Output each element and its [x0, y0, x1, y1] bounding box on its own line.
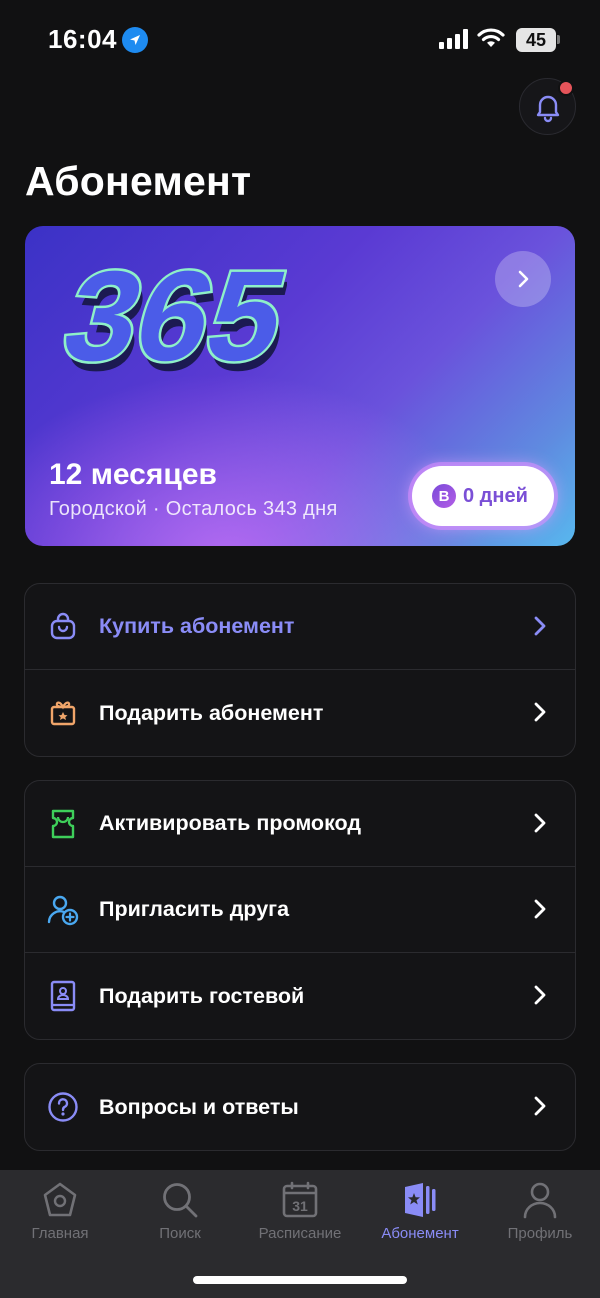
logo-365: 365 365	[48, 242, 287, 392]
tab-label: Абонемент	[381, 1225, 459, 1242]
tab-label: Профиль	[507, 1225, 573, 1242]
chevron-right-icon	[518, 270, 529, 288]
menu-item-gift-guest-pass[interactable]: Подарить гостевой	[25, 953, 575, 1039]
shopping-bag-icon	[47, 611, 79, 643]
home-icon	[42, 1180, 78, 1220]
menu-item-label: Пригласить друга	[99, 897, 290, 921]
status-time: 16:04	[48, 24, 117, 54]
menu-group-promo: Активировать промокод Пригласить друга П…	[24, 780, 576, 1040]
subscription-icon	[401, 1180, 439, 1220]
add-friend-icon	[47, 894, 79, 926]
menu-group-purchase: Купить абонемент Подарить абонемент	[24, 583, 576, 757]
svg-text:365: 365	[51, 244, 287, 388]
tab-label: Главная	[31, 1225, 89, 1242]
menu-item-invite-friend[interactable]: Пригласить друга	[25, 867, 575, 953]
menu-item-label: Подарить абонемент	[99, 700, 324, 725]
ticket-icon	[47, 808, 79, 840]
chevron-right-icon	[534, 899, 546, 919]
svg-text:31: 31	[292, 1198, 308, 1214]
tab-label: Расписание	[258, 1225, 342, 1242]
tab-subscription[interactable]: Абонемент	[360, 1170, 480, 1250]
subscription-subtitle: Городской · Осталось 343 дня	[49, 498, 338, 520]
tab-profile[interactable]: Профиль	[480, 1170, 600, 1250]
profile-icon	[522, 1180, 558, 1220]
chevron-right-icon	[534, 813, 546, 833]
wifi-icon	[477, 27, 505, 54]
guest-pass-icon	[47, 980, 79, 1012]
home-indicator	[193, 1276, 407, 1284]
menu-item-label: Купить абонемент	[99, 614, 295, 638]
location-arrow-icon	[122, 27, 148, 53]
menu-item-gift-subscription[interactable]: Подарить абонемент	[25, 670, 575, 756]
chevron-right-icon	[534, 1096, 546, 1116]
menu-item-label: Вопросы и ответы	[99, 1094, 299, 1119]
chevron-right-icon	[534, 616, 546, 636]
menu-item-faq[interactable]: Вопросы и ответы	[25, 1064, 575, 1150]
notification-dot	[558, 80, 574, 96]
card-open-button[interactable]	[495, 251, 551, 307]
subscription-title: 12 месяцев	[49, 458, 217, 491]
bell-icon	[536, 95, 559, 122]
menu-item-label: Подарить гостевой	[99, 983, 305, 1008]
menu-item-label: Активировать промокод	[99, 811, 362, 835]
status-bar: 16:04 45	[0, 0, 600, 80]
calendar-icon: 31	[281, 1180, 319, 1220]
battery-level: 45	[516, 28, 556, 52]
bonus-days-label: 0 дней	[463, 484, 528, 507]
question-icon	[47, 1091, 79, 1123]
gift-icon	[47, 697, 79, 729]
chevron-right-icon	[534, 985, 546, 1005]
cellular-signal-icon	[439, 29, 469, 54]
menu-item-activate-promocode[interactable]: Активировать промокод	[25, 781, 575, 867]
bonus-days-button[interactable]: B 0 дней	[412, 466, 554, 526]
subscription-card[interactable]: 365 365 12 месяцев Городской · Осталось …	[25, 226, 575, 546]
battery-tip	[557, 35, 560, 44]
search-icon	[161, 1180, 199, 1220]
bonus-badge: B	[432, 484, 456, 508]
menu-item-buy-subscription[interactable]: Купить абонемент	[25, 584, 575, 670]
chevron-right-icon	[534, 702, 546, 722]
tab-search[interactable]: Поиск	[120, 1170, 240, 1250]
page-title: Абонемент	[25, 158, 252, 204]
tab-schedule[interactable]: 31 Расписание	[240, 1170, 360, 1250]
tab-label: Поиск	[159, 1225, 201, 1242]
tab-home[interactable]: Главная	[0, 1170, 120, 1250]
menu-group-help: Вопросы и ответы	[24, 1063, 576, 1151]
